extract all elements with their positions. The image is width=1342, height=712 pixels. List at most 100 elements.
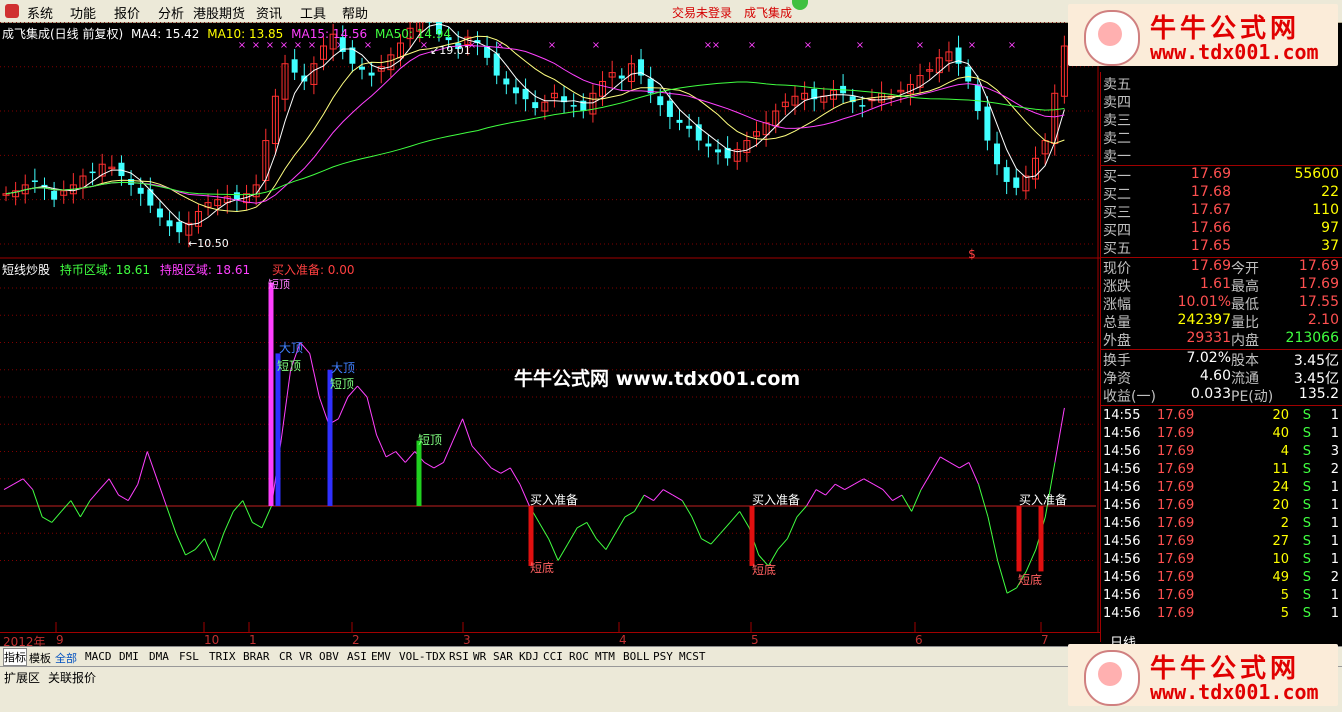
candle-body (32, 180, 38, 182)
tick-side: S (1303, 588, 1311, 603)
oscillator-line (510, 468, 520, 484)
candle-body (167, 220, 173, 226)
stat-label: 总量 (1103, 312, 1131, 332)
low-price-label: ←10.50 (188, 237, 229, 250)
oscillator-line (224, 511, 234, 533)
tick-side: S (1303, 534, 1311, 549)
tab-mtm[interactable]: MTM (595, 650, 615, 663)
sell-row[interactable]: 卖三 (1101, 110, 1341, 128)
oscillator-line (587, 522, 597, 538)
signal-marker: × (748, 40, 756, 51)
oscillator-line (100, 479, 110, 490)
tab-sar[interactable]: SAR (493, 650, 513, 663)
menu-hk-futures[interactable]: 港股期货 (193, 3, 245, 22)
tick-count: 1 (1331, 552, 1339, 567)
menu-help[interactable]: 帮助 (342, 3, 368, 22)
tab-psy[interactable]: PSY (653, 650, 673, 663)
tab-vol-tdx[interactable]: VOL-TDX (399, 650, 445, 663)
tab-dmi[interactable]: DMI (119, 650, 139, 663)
tick-row: 14:5617.6927S1 (1101, 534, 1341, 552)
buy-row[interactable]: 买四17.6697 (1101, 220, 1341, 238)
tab-boll[interactable]: BOLL (623, 650, 650, 663)
sell-row[interactable]: 卖四 (1101, 92, 1341, 110)
candle-body (965, 67, 971, 82)
tab-emv[interactable]: EMV (371, 650, 391, 663)
tab-roc[interactable]: ROC (569, 650, 589, 663)
buy-row[interactable]: 买二17.6822 (1101, 184, 1341, 202)
stat-row: 总量242397量比2.10 (1101, 312, 1341, 330)
chart-area[interactable]: 16.5015.0013.5012.0010.50×××××××××××××××… (0, 22, 1100, 642)
watermark-url: www.tdx001.com (1150, 680, 1319, 704)
tab-rsi[interactable]: RSI (449, 650, 469, 663)
stat-value: 17.69 (1299, 258, 1339, 274)
tab-wr[interactable]: WR (473, 650, 486, 663)
tab-vr[interactable]: VR (299, 650, 312, 663)
tab-mcst[interactable]: MCST (679, 650, 706, 663)
stat-row: 外盘29331内盘213066 (1101, 330, 1341, 348)
tab-fsl[interactable]: FSL (179, 650, 199, 663)
oscillator-line (864, 479, 874, 484)
menu-analysis[interactable]: 分析 (158, 3, 184, 22)
tab-cr[interactable]: CR (279, 650, 292, 663)
candle-body (705, 144, 711, 147)
buy-row[interactable]: 买三17.67110 (1101, 202, 1341, 220)
menu-tools[interactable]: 工具 (300, 3, 326, 22)
oscillator-line (520, 484, 530, 506)
short-top-label: 短顶 (330, 377, 354, 391)
menu-news[interactable]: 资讯 (256, 3, 282, 22)
candle-body (234, 192, 240, 199)
stat-value: 213066 (1286, 330, 1339, 346)
tab-extension[interactable]: 扩展区 (4, 669, 40, 686)
ma-line (6, 24, 1064, 225)
tick-count: 1 (1331, 408, 1339, 423)
chart-canvas[interactable]: 16.5015.0013.5012.0010.50×××××××××××××××… (0, 22, 1100, 632)
sell-label: 卖五 (1103, 74, 1131, 94)
oscillator-line (166, 506, 176, 533)
oscillator-line (1045, 462, 1055, 517)
tab-asi[interactable]: ASI (347, 650, 367, 663)
tab-macd[interactable]: MACD (85, 650, 112, 663)
tab-模板[interactable]: 模板 (29, 650, 51, 666)
fin-value: 3.45亿 (1294, 350, 1339, 370)
stat-value: 29331 (1186, 330, 1231, 346)
tick-volume: 24 (1272, 480, 1289, 495)
stat-value: 17.69 (1299, 276, 1339, 292)
tab-cci[interactable]: CCI (543, 650, 563, 663)
oscillator-line (482, 457, 492, 468)
buy-row[interactable]: 买五17.6537 (1101, 238, 1341, 256)
short-bottom-bar (750, 506, 755, 566)
oscillator-line (921, 473, 931, 489)
oscillator-line (940, 457, 950, 463)
menu-function[interactable]: 功能 (70, 3, 96, 22)
oscillator-line (405, 452, 415, 463)
tab-trix[interactable]: TRIX (209, 650, 236, 663)
time-axis: 2012年 9 10 1 2 3 4 5 6 7 (0, 632, 1100, 647)
candle-body (619, 76, 625, 79)
short-bottom-bar (1017, 506, 1022, 571)
tab-obv[interactable]: OBV (319, 650, 339, 663)
tab-指标[interactable]: 指标 (3, 648, 27, 666)
sell-row[interactable]: 卖二 (1101, 128, 1341, 146)
sell-row[interactable]: 卖一 (1101, 146, 1341, 164)
tab-dma[interactable]: DMA (149, 650, 169, 663)
signal-marker: × (968, 40, 976, 51)
buy-ready-label: 买入准备 (1019, 493, 1067, 507)
sell-row[interactable]: 卖五 (1101, 74, 1341, 92)
oscillator-line (4, 484, 14, 489)
buy-volume: 97 (1321, 220, 1339, 236)
menu-system[interactable]: 系统 (27, 3, 53, 22)
tick-volume: 5 (1281, 588, 1289, 603)
buy-row[interactable]: 买一17.6955600 (1101, 166, 1341, 184)
menu-quote[interactable]: 报价 (114, 3, 140, 22)
tab-kdj[interactable]: KDJ (519, 650, 539, 663)
tab-brar[interactable]: BRAR (243, 650, 270, 663)
short-top-label: 短顶 (277, 359, 301, 373)
tab-related-quote[interactable]: 关联报价 (48, 669, 96, 686)
oscillator-line (71, 501, 81, 517)
stat-label: 内盘 (1231, 330, 1259, 350)
oscillator-line (902, 495, 912, 511)
tick-row: 14:5617.695S1 (1101, 588, 1341, 606)
top-annotation: 短顶 (268, 277, 290, 291)
time-label: 9 (56, 633, 64, 647)
tab-全部[interactable]: 全部 (55, 650, 77, 666)
